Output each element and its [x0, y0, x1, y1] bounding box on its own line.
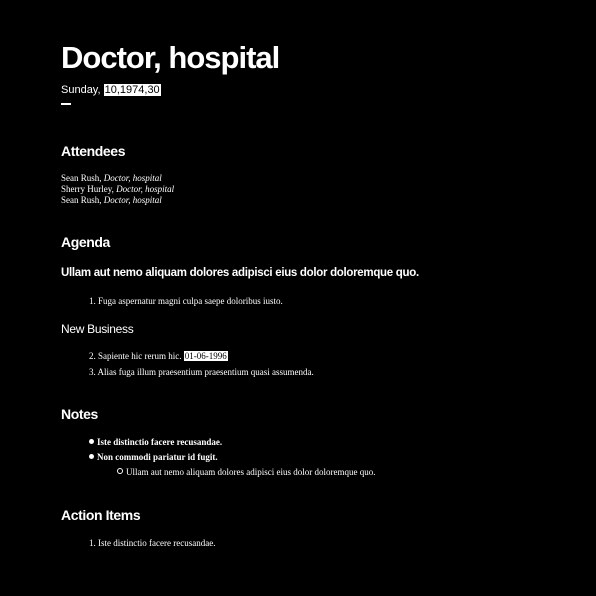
attendee-item: Sean Rush, Doctor, hospital: [61, 195, 162, 205]
new-business-heading: New Business: [61, 322, 134, 336]
bullet-icon: [89, 439, 94, 444]
title-divider: [61, 103, 71, 105]
agenda-list-item: 1. Fuga aspernatur magni culpa saepe dol…: [89, 296, 283, 306]
date-highlighted-value: 10,1974,30: [103, 84, 161, 96]
agenda-list-item: 3. Alias fuga illum praesentium praesent…: [89, 367, 314, 377]
notes-heading: Notes: [61, 406, 98, 422]
agenda-subheading: Ullam aut nemo aliquam dolores adipisci …: [61, 267, 419, 279]
attendees-heading: Attendees: [61, 143, 126, 159]
meeting-date: Sunday, 10,1974,30: [61, 84, 161, 96]
bullet-icon: [89, 454, 94, 459]
hollow-bullet-icon: [117, 468, 123, 474]
highlighted-date: 01-06-1996: [183, 351, 228, 361]
page-title: Doctor, hospital: [61, 40, 280, 75]
action-items-heading: Action Items: [61, 507, 141, 523]
attendee-item: Sherry Hurley, Doctor, hospital: [61, 184, 175, 194]
notes-sublist-item: Ullam aut nemo aliquam dolores adipisci …: [117, 467, 375, 478]
date-day: Sunday,: [61, 84, 101, 96]
notes-list-item: Iste distinctio facere recusandae.: [89, 437, 222, 448]
action-list-item: 1. Iste distinctio facere recusandae.: [89, 538, 216, 548]
agenda-list-item: 2. Sapiente hic rerum hic. 01-06-1996: [89, 351, 228, 361]
attendee-item: Sean Rush, Doctor, hospital: [61, 173, 162, 183]
agenda-heading: Agenda: [61, 234, 110, 250]
notes-list-item: Non commodi pariatur id fugit.: [89, 452, 218, 463]
